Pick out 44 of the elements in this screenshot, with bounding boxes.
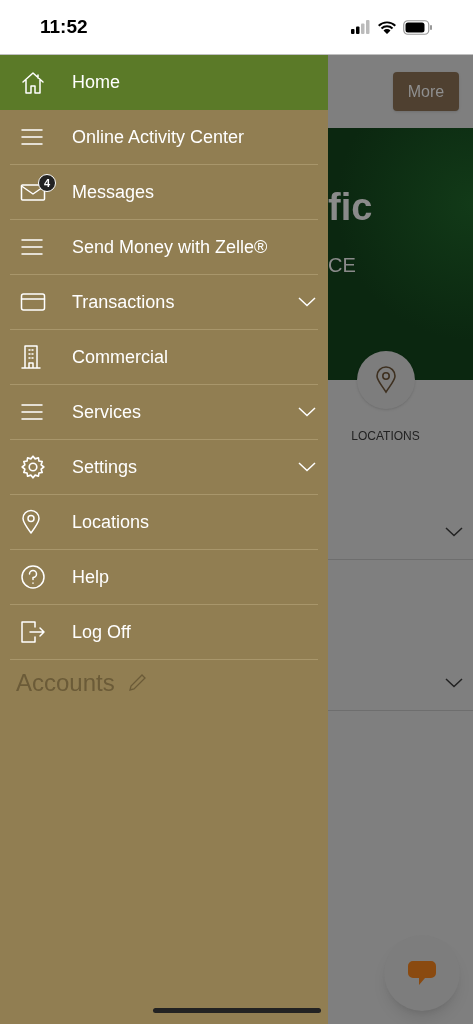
menu-item-label: Messages	[72, 180, 156, 204]
menu-item-label: Help	[72, 565, 111, 589]
menu-item[interactable]: Services	[10, 385, 318, 440]
badge: 4	[38, 174, 56, 192]
pencil-icon	[126, 673, 147, 693]
menu-icon	[20, 402, 44, 422]
location-pin-icon	[374, 366, 397, 394]
menu-item-label: Services	[72, 400, 143, 424]
home-icon	[20, 69, 46, 96]
locations-label: LOCATIONS	[351, 428, 420, 445]
menu-item-label: Transactions	[72, 290, 176, 314]
menu-item-label: Settings	[72, 455, 139, 479]
settings-icon	[20, 454, 46, 480]
speech-bubble-icon	[407, 959, 437, 987]
menu-icon	[20, 237, 44, 257]
signal-icon	[351, 20, 371, 34]
menu-item-label: Send Money with Zelle®	[72, 235, 269, 259]
more-button[interactable]: More	[393, 72, 459, 111]
menu-item[interactable]: Commercial	[10, 330, 318, 385]
location-pin-icon	[20, 509, 42, 535]
menu-item[interactable]: Help	[10, 550, 318, 605]
help-icon	[20, 564, 46, 590]
status-time: 11:52	[40, 14, 88, 39]
logout-icon	[20, 620, 46, 644]
menu-item-label: Locations	[72, 510, 151, 534]
banner-title: fic	[328, 188, 374, 226]
banner-subtitle: CE	[328, 253, 357, 278]
menu-item[interactable]: 4 Messages	[10, 165, 318, 220]
menu-item[interactable]: Log Off	[10, 605, 318, 660]
credit-card-icon	[20, 292, 46, 312]
menu-item-label: Home	[72, 71, 121, 94]
envelope-icon	[20, 182, 46, 202]
menu-item[interactable]: Settings	[10, 440, 318, 495]
building-icon	[20, 344, 42, 370]
menu-icon	[20, 127, 44, 147]
menu-item-label: Commercial	[72, 345, 169, 369]
battery-icon	[403, 19, 433, 35]
menu-item-label: Log Off	[72, 620, 132, 644]
menu-item-label: Online Activity Center	[72, 125, 246, 149]
menu-item[interactable]: Locations	[10, 495, 318, 550]
menu-item[interactable]: Send Money with Zelle®	[10, 220, 318, 275]
menu-item[interactable]: Transactions	[10, 275, 318, 330]
menu-item[interactable]: Online Activity Center	[10, 110, 318, 165]
wifi-icon	[377, 19, 397, 35]
